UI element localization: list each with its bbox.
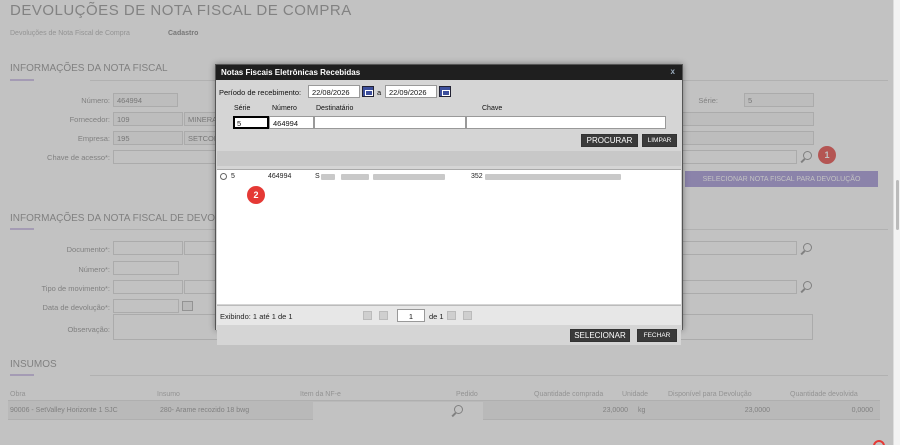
- date-separator: a: [377, 88, 382, 97]
- filter-numero-input[interactable]: 464994: [269, 116, 314, 129]
- result-serie: 5: [231, 173, 235, 180]
- redacted-text: [341, 174, 369, 180]
- date-from-input[interactable]: 22/08/2026: [308, 85, 360, 98]
- selecionar-button[interactable]: SELECIONAR: [570, 329, 630, 342]
- prev-page-icon[interactable]: [379, 311, 388, 320]
- filter-header-numero: Número: [272, 105, 297, 112]
- limpar-button[interactable]: LIMPAR: [642, 134, 677, 147]
- dialog-title: Notas Fiscais Eletrônicas Recebidas: [216, 65, 682, 80]
- next-page-icon[interactable]: [447, 311, 456, 320]
- step-badge-2: 2: [247, 186, 265, 204]
- page-scrollbar[interactable]: [893, 0, 900, 445]
- last-page-icon[interactable]: [463, 311, 472, 320]
- pagination-bar: Exibindo: 1 até 1 de 1 1 de 1: [217, 305, 681, 325]
- pager-info-text: Exibindo: 1 até 1 de 1: [220, 312, 293, 321]
- redacted-text: [373, 174, 445, 180]
- nfe-dialog: Notas Fiscais Eletrônicas Recebidas x Pe…: [215, 64, 683, 345]
- result-radio[interactable]: [220, 173, 227, 180]
- procurar-button[interactable]: PROCURAR: [581, 134, 638, 147]
- filter-header-destinatario: Destinatário: [316, 105, 354, 112]
- filter-destinatario-input[interactable]: [314, 116, 466, 129]
- result-chave: 352: [471, 173, 483, 180]
- date-to-input[interactable]: 22/09/2026: [385, 85, 437, 98]
- filter-chave-input[interactable]: [466, 116, 666, 129]
- calendar-icon[interactable]: [362, 86, 374, 97]
- periodo-label: Período de recebimento:: [219, 88, 302, 97]
- scrollbar-thumb[interactable]: [896, 180, 899, 230]
- redacted-text: [321, 174, 335, 180]
- dialog-body: Período de recebimento: 22/08/2026 a 22/…: [216, 80, 682, 345]
- chat-icon[interactable]: [873, 440, 885, 445]
- page-number-input[interactable]: 1: [397, 309, 425, 322]
- dialog-footer: SELECIONAR FECHAR: [217, 326, 681, 345]
- filter-separator: [217, 151, 681, 166]
- calendar-icon[interactable]: [439, 86, 451, 97]
- result-row[interactable]: 5 464994 S 352: [217, 170, 681, 183]
- redacted-text: [485, 174, 621, 180]
- fechar-button[interactable]: FECHAR: [637, 329, 677, 342]
- result-numero: 464994: [268, 173, 292, 180]
- pager-info: Exibindo: 1 até 1 de 1: [220, 312, 293, 321]
- results-list: 5 464994 S 352: [217, 169, 681, 304]
- close-icon[interactable]: x: [671, 67, 675, 76]
- filter-header-serie: Série: [234, 105, 251, 112]
- result-destinatario: S: [315, 173, 320, 180]
- filter-header-chave: Chave: [482, 105, 503, 112]
- page-total: de 1: [429, 312, 444, 321]
- first-page-icon[interactable]: [363, 311, 372, 320]
- filter-serie-input[interactable]: 5: [233, 116, 269, 129]
